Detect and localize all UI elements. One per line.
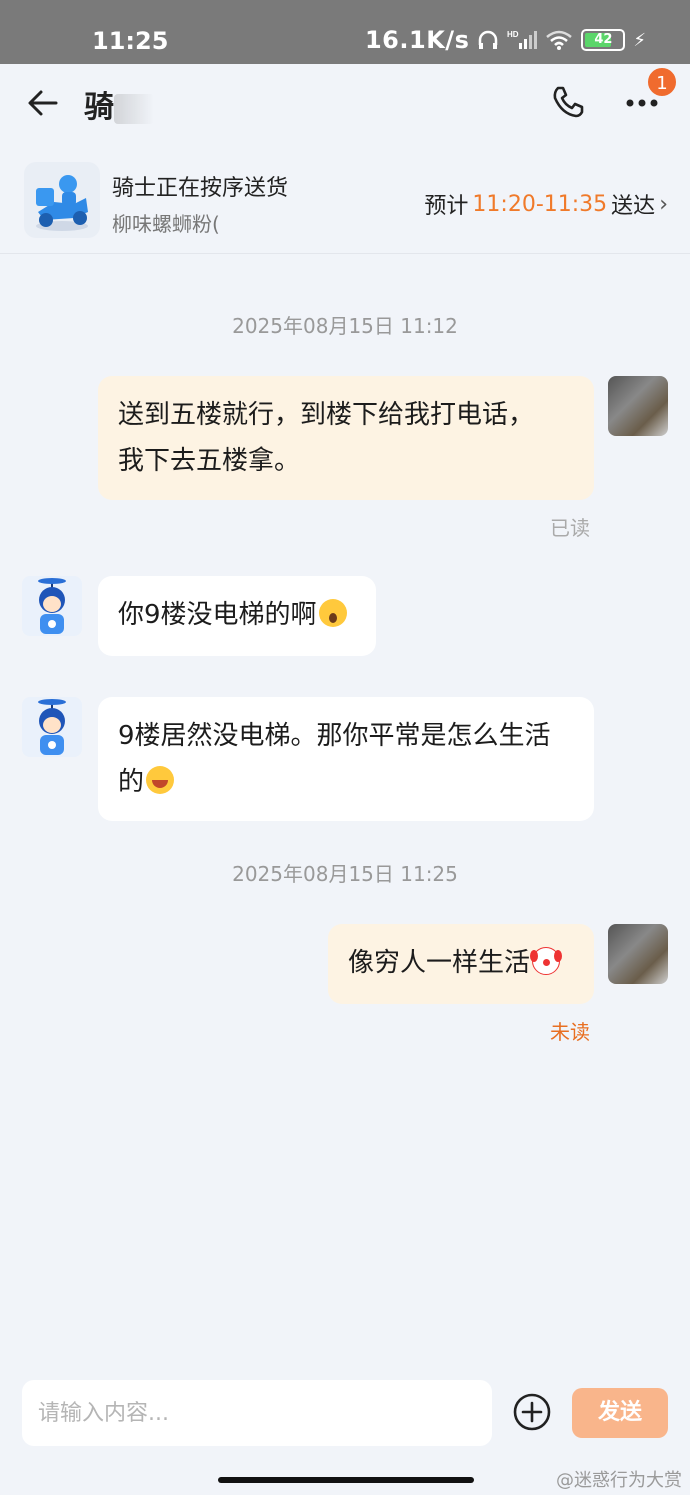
eta-prefix: 预计 xyxy=(424,194,469,219)
my-avatar[interactable] xyxy=(608,924,668,984)
my-message-bubble[interactable]: 送到五楼就行，到楼下给我打电话， 我下去五楼拿。 xyxy=(98,376,594,500)
chat-header: 骑 xyxy=(0,64,690,144)
message-timestamp: 2025年08月15日 11:25 xyxy=(232,862,458,886)
clown-face-emoji-icon xyxy=(530,947,563,975)
unread-status: 未读 xyxy=(550,1020,590,1044)
my-avatar[interactable] xyxy=(608,376,668,436)
shop-name: 柳味螺蛳粉( xyxy=(112,212,220,236)
battery-icon: 42 xyxy=(581,29,626,51)
message-text: 你9楼没电梯的啊 xyxy=(118,600,317,630)
notification-badge: 1 xyxy=(646,66,678,98)
headphones-icon xyxy=(479,30,498,49)
charging-icon: ⚡ xyxy=(633,29,646,51)
message-text: 9楼居然没电梯。那你平常是怎么生活 xyxy=(118,721,551,751)
back-arrow-icon[interactable] xyxy=(26,86,60,120)
add-circle-icon[interactable] xyxy=(512,1392,552,1432)
rider-avatar[interactable] xyxy=(22,576,82,636)
message-text: 的 xyxy=(118,767,145,797)
eta-time: 11:20-11:35 xyxy=(472,191,608,217)
order-status-text: 骑士正在按序送货 xyxy=(112,176,289,201)
message-timestamp: 2025年08月15日 11:12 xyxy=(232,314,458,338)
message-text: 送到五楼就行，到楼下给我打电话， xyxy=(118,400,535,430)
network-speed: 16.1K/s xyxy=(364,26,470,54)
eta-suffix: 送达 xyxy=(611,194,656,219)
svg-text:HD: HD xyxy=(507,30,519,39)
home-indicator[interactable] xyxy=(218,1477,474,1483)
status-time: 11:25 xyxy=(92,27,169,55)
watermark: @迷惑行为大赏 xyxy=(556,1470,682,1491)
chevron-right-icon: › xyxy=(659,191,668,217)
message-text: 我下去五楼拿。 xyxy=(118,446,301,476)
rider-message-bubble[interactable]: 你9楼没电梯的啊 xyxy=(98,576,376,656)
battery-level: 42 xyxy=(594,32,613,47)
read-status: 已读 xyxy=(550,516,590,540)
message-input-bar: 发送 xyxy=(0,1372,690,1460)
my-message-bubble[interactable]: 像穷人一样生活 xyxy=(328,924,594,1004)
eta-link[interactable]: 预计 11:20-11:35 送达 › xyxy=(424,188,668,220)
delivery-scooter-icon xyxy=(24,162,100,238)
status-indicators: 16.1K/s HD 42 ⚡ xyxy=(365,26,646,54)
phone-icon[interactable] xyxy=(550,84,586,120)
signal-icon: HD xyxy=(507,30,538,49)
chat-title: 骑 xyxy=(84,82,154,126)
wifi-icon xyxy=(546,30,573,50)
rider-avatar[interactable] xyxy=(22,697,82,757)
message-input[interactable] xyxy=(22,1380,492,1446)
order-status-card[interactable]: 骑士正在按序送货 柳味螺蛳粉( 预计 11:20-11:35 送达 › xyxy=(0,150,690,254)
crying-face-emoji-icon xyxy=(146,766,175,794)
astonished-face-emoji-icon xyxy=(318,599,347,627)
status-bar: 11:25 16.1K/s HD 42 ⚡ xyxy=(0,0,690,64)
redacted-name xyxy=(114,93,154,124)
send-button[interactable]: 发送 xyxy=(572,1388,668,1438)
rider-message-bubble[interactable]: 9楼居然没电梯。那你平常是怎么生活 的 xyxy=(98,697,594,821)
message-text: 像穷人一样生活 xyxy=(348,948,531,978)
